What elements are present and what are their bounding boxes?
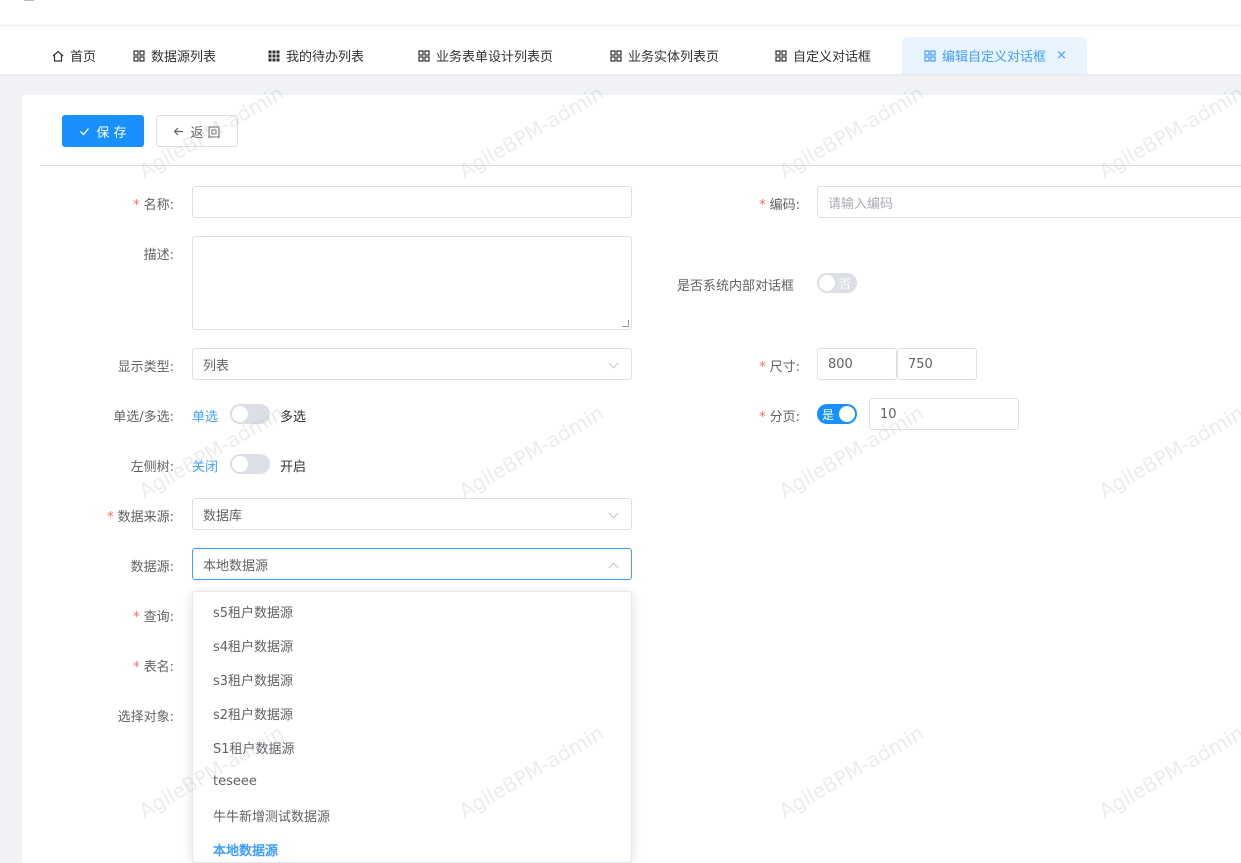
back-button-label: 返 回 (190, 125, 221, 141)
data-source-dropdown: s5租户数据源 s4租户数据源 s3租户数据源 s2租户数据源 S1租户数据源 … (192, 591, 632, 863)
arrow-left-icon (174, 127, 184, 135)
apps-icon (268, 50, 280, 61)
pagination-switch[interactable]: 是 (817, 404, 857, 424)
resize-grip-icon[interactable] (622, 320, 629, 327)
dropdown-option[interactable]: s3租户数据源 (193, 662, 631, 696)
tab-label: 自定义对话框 (793, 50, 872, 65)
switch-knob (819, 275, 835, 291)
tab-label: 首页 (70, 50, 97, 65)
switch-text: 是 (822, 408, 835, 422)
description-textarea[interactable] (192, 236, 632, 330)
grid-icon (610, 49, 622, 62)
data-source-value: 本地数据源 (203, 558, 269, 574)
select-mode-multi-text[interactable]: 多选 (280, 406, 306, 425)
save-button[interactable]: 保 存 (62, 115, 144, 147)
left-tree-off-text[interactable]: 关闭 (192, 456, 218, 475)
save-button-label: 保 存 (96, 125, 127, 141)
left-tree-label: 左侧树: (130, 460, 174, 475)
size-height-input[interactable]: 750 (897, 348, 977, 380)
code-input[interactable]: 请输入编码 (817, 186, 1241, 218)
select-mode-label: 单选/多选: (113, 410, 174, 425)
tab-business-form-design-list[interactable]: 业务表单设计列表页 (418, 37, 553, 74)
select-object-label: 选择对象: (117, 710, 174, 725)
left-tree-switch[interactable] (230, 454, 270, 474)
switch-knob (839, 406, 855, 422)
size-width-input[interactable]: 800 (817, 348, 897, 380)
switch-knob (232, 406, 248, 422)
tab-label: 业务表单设计列表页 (436, 50, 554, 65)
switch-text: 否 (839, 277, 852, 291)
tabs-bar: 首页 数据源列表 我的待办列表 业务表单设计列表页 业务实体列表页 自定义对话框… (0, 26, 1241, 74)
tab-edit-custom-dialog[interactable]: 编辑自定义对话框 × (902, 37, 1087, 74)
left-tree-on-text[interactable]: 开启 (280, 456, 306, 475)
tab-label: 我的待办列表 (286, 50, 365, 65)
tab-my-todo-list[interactable]: 我的待办列表 (268, 37, 364, 74)
tab-label: 数据源列表 (151, 50, 217, 65)
grid-icon (418, 49, 430, 62)
dropdown-option[interactable]: s5租户数据源 (193, 594, 631, 628)
dropdown-option[interactable]: s4租户数据源 (193, 628, 631, 662)
data-source-select[interactable]: 本地数据源 (192, 548, 632, 580)
code-label: * 编码: (759, 198, 800, 213)
description-label: 描述: (143, 248, 174, 263)
top-bar (0, 0, 1241, 26)
grid-icon (133, 49, 145, 62)
chevron-down-icon (608, 358, 619, 369)
tab-home[interactable]: 首页 (52, 37, 96, 74)
data-source-type-select[interactable]: 数据库 (192, 498, 632, 530)
home-icon (52, 50, 64, 62)
dropdown-option[interactable]: S1租户数据源 (193, 730, 631, 764)
data-source-type-value: 数据库 (203, 508, 243, 524)
is-internal-switch[interactable]: 否 (817, 273, 857, 293)
select-mode-switch[interactable] (230, 404, 270, 424)
dropdown-option-selected[interactable]: 本地数据源 (193, 832, 631, 862)
display-type-value: 列表 (203, 358, 230, 374)
display-type-select[interactable]: 列表 (192, 348, 632, 380)
back-button[interactable]: 返 回 (156, 115, 238, 147)
tab-data-source-list[interactable]: 数据源列表 (133, 37, 216, 74)
chevron-up-icon (608, 562, 619, 573)
dropdown-option[interactable]: teseee (193, 764, 631, 798)
name-input[interactable] (192, 186, 632, 218)
size-label: * 尺寸: (759, 360, 800, 375)
table-name-label: * 表名: (133, 660, 174, 675)
pagination-label: * 分页: (759, 410, 800, 425)
data-source-label: 数据源: (130, 560, 174, 575)
dropdown-option[interactable]: 牛牛新增测试数据源 (193, 798, 631, 832)
close-icon[interactable]: × (1056, 48, 1067, 63)
menu-toggle-icon[interactable] (24, 0, 34, 3)
tab-label: 编辑自定义对话框 (942, 50, 1047, 65)
tab-label: 业务实体列表页 (628, 50, 720, 65)
tab-custom-dialog[interactable]: 自定义对话框 (775, 37, 871, 74)
toolbar-divider (40, 165, 1241, 166)
tab-business-entity-list[interactable]: 业务实体列表页 (610, 37, 719, 74)
check-icon (80, 127, 90, 135)
select-mode-single-text[interactable]: 单选 (192, 406, 218, 425)
data-source-type-label: * 数据来源: (107, 510, 174, 525)
page-size-input[interactable]: 10 (869, 398, 1019, 430)
dropdown-option[interactable]: s2租户数据源 (193, 696, 631, 730)
chevron-down-icon (608, 508, 619, 519)
grid-icon (924, 49, 936, 62)
is-internal-label: 是否系统内部对话框 (676, 279, 794, 294)
display-type-label: 显示类型: (117, 360, 174, 375)
grid-icon (775, 49, 787, 62)
name-label: * 名称: (133, 198, 174, 213)
switch-knob (232, 456, 248, 472)
query-label: * 查询: (133, 610, 174, 625)
